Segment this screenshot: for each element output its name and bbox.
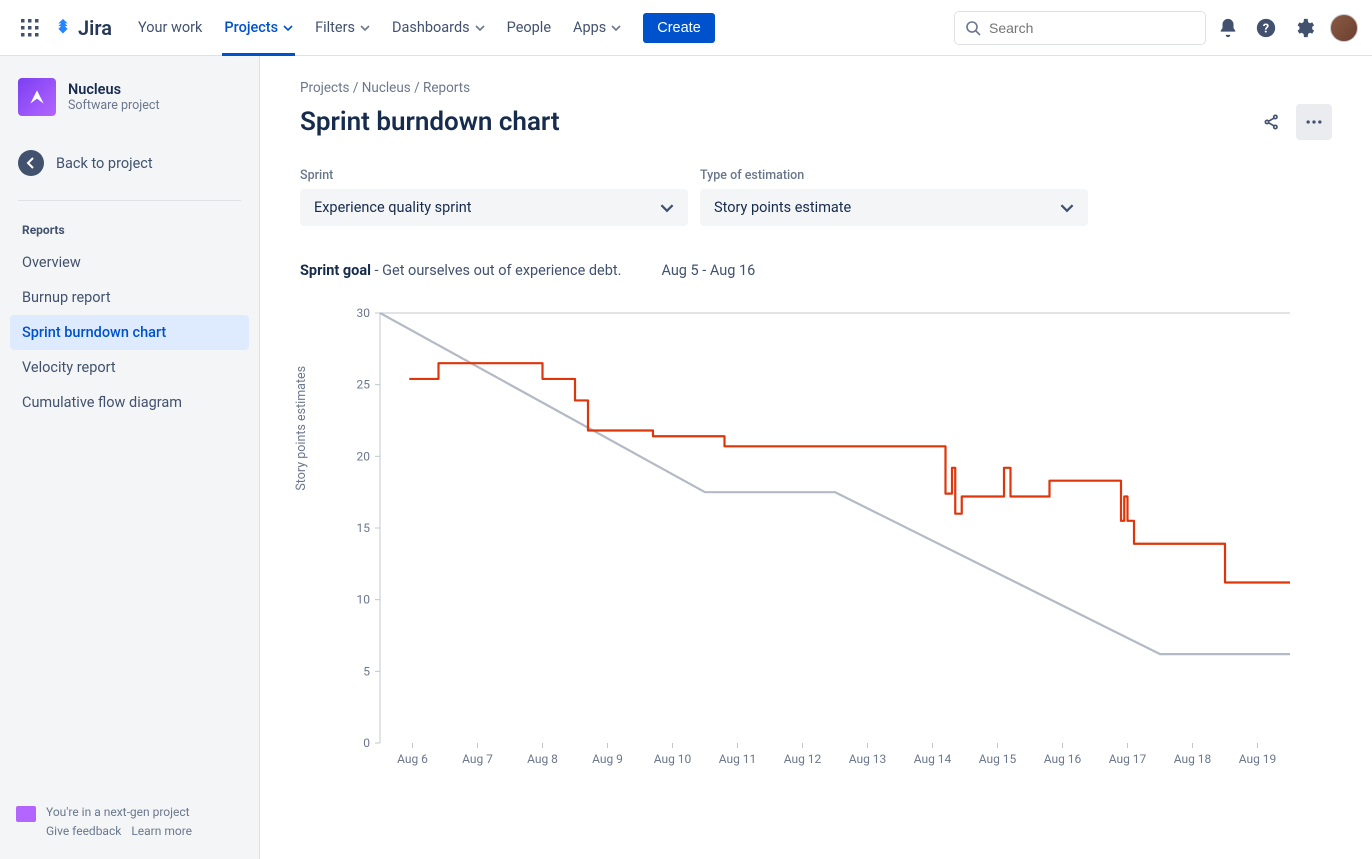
svg-text:?: ? xyxy=(1263,21,1269,36)
app-switcher-icon[interactable] xyxy=(14,12,46,44)
svg-text:0: 0 xyxy=(363,736,370,750)
svg-text:15: 15 xyxy=(357,521,371,535)
sprint-select-label: Sprint xyxy=(300,168,688,183)
sprint-goal: Sprint goal - Get ourselves out of exper… xyxy=(300,262,621,279)
y-axis-label: Story points estimates xyxy=(294,366,309,491)
svg-text:Aug 12: Aug 12 xyxy=(784,752,822,766)
breadcrumb[interactable]: Projects / Nucleus / Reports xyxy=(300,80,1332,96)
back-to-project[interactable]: Back to project xyxy=(10,140,249,186)
nav-filters[interactable]: Filters xyxy=(305,13,380,42)
help-icon[interactable]: ? xyxy=(1250,12,1282,44)
svg-text:Aug 15: Aug 15 xyxy=(979,752,1017,766)
nav-people[interactable]: People xyxy=(497,13,561,42)
page-title: Sprint burndown chart xyxy=(300,107,560,137)
project-name: Nucleus xyxy=(68,81,160,98)
create-button[interactable]: Create xyxy=(643,13,715,43)
avatar[interactable] xyxy=(1330,14,1358,42)
svg-text:Aug 14: Aug 14 xyxy=(914,752,952,766)
top-nav: Jira Your work Projects Filters Dashboar… xyxy=(0,0,1372,56)
svg-text:25: 25 xyxy=(357,378,371,392)
nav-apps[interactable]: Apps xyxy=(563,13,631,42)
sidebar-item-sprint-burndown[interactable]: Sprint burndown chart xyxy=(10,315,249,350)
svg-text:10: 10 xyxy=(357,593,371,607)
svg-text:Aug 8: Aug 8 xyxy=(527,752,558,766)
notifications-icon[interactable] xyxy=(1212,12,1244,44)
search-icon xyxy=(965,20,981,36)
burndown-chart: Story points estimates 051015202530Aug 6… xyxy=(300,303,1332,803)
main-content: Projects / Nucleus / Reports Sprint burn… xyxy=(260,56,1372,859)
chevron-down-icon xyxy=(475,23,485,33)
svg-text:Aug 17: Aug 17 xyxy=(1109,752,1147,766)
nav-your-work[interactable]: Your work xyxy=(128,13,212,42)
svg-text:Aug 16: Aug 16 xyxy=(1044,752,1082,766)
svg-text:Aug 6: Aug 6 xyxy=(397,752,428,766)
svg-text:Aug 13: Aug 13 xyxy=(849,752,887,766)
project-type: Software project xyxy=(68,98,160,113)
give-feedback-link[interactable]: Give feedback xyxy=(46,824,121,838)
estimation-select[interactable]: Story points estimate xyxy=(700,189,1088,226)
learn-more-link[interactable]: Learn more xyxy=(131,824,192,838)
nav-items: Your work Projects Filters Dashboards Pe… xyxy=(128,13,715,43)
svg-text:20: 20 xyxy=(357,449,371,463)
footer-info: You're in a next-gen project xyxy=(46,803,202,822)
estimation-select-label: Type of estimation xyxy=(700,168,1088,183)
sprint-dates: Aug 5 - Aug 16 xyxy=(661,262,755,279)
project-icon xyxy=(18,78,56,116)
sidebar-item-cumulative[interactable]: Cumulative flow diagram xyxy=(10,385,249,420)
svg-text:Aug 10: Aug 10 xyxy=(654,752,692,766)
svg-text:Aug 9: Aug 9 xyxy=(592,752,623,766)
jira-wordmark: Jira xyxy=(78,16,112,40)
settings-icon[interactable] xyxy=(1288,12,1320,44)
svg-text:30: 30 xyxy=(357,306,371,320)
chevron-down-icon xyxy=(1060,201,1074,215)
sidebar-item-overview[interactable]: Overview xyxy=(10,245,249,280)
sprint-select[interactable]: Experience quality sprint xyxy=(300,189,688,226)
sidebar-section-title: Reports xyxy=(10,215,249,245)
svg-text:5: 5 xyxy=(363,664,370,678)
svg-text:Aug 7: Aug 7 xyxy=(462,752,493,766)
chevron-down-icon xyxy=(611,23,621,33)
chart-svg: 0 5 10 15 20 25 30 Aug 6 Aug 7 Aug 8 Aug 9 Aug 10 Au… xyxy=(300,303,1300,803)
sidebar-item-velocity[interactable]: Velocity report xyxy=(10,350,249,385)
sidebar-footer: You're in a next-gen project Give feedba… xyxy=(10,797,249,841)
svg-text:Aug 19: Aug 19 xyxy=(1239,752,1277,766)
divider xyxy=(18,200,241,201)
chevron-down-icon xyxy=(283,23,293,33)
share-button[interactable] xyxy=(1254,104,1290,140)
svg-text:Aug 11: Aug 11 xyxy=(719,752,757,766)
nav-projects[interactable]: Projects xyxy=(214,13,303,42)
next-gen-icon xyxy=(16,806,36,822)
project-header[interactable]: Nucleus Software project xyxy=(10,74,249,120)
chevron-down-icon xyxy=(660,201,674,215)
svg-text:Aug 18: Aug 18 xyxy=(1174,752,1212,766)
nav-dashboards[interactable]: Dashboards xyxy=(382,13,495,42)
more-button[interactable] xyxy=(1296,104,1332,140)
sidebar: Nucleus Software project Back to project… xyxy=(0,56,260,859)
jira-logo[interactable]: Jira xyxy=(52,16,112,40)
sidebar-item-burnup[interactable]: Burnup report xyxy=(10,280,249,315)
search-input[interactable] xyxy=(954,11,1206,45)
chevron-down-icon xyxy=(360,23,370,33)
arrow-left-icon xyxy=(18,150,44,176)
